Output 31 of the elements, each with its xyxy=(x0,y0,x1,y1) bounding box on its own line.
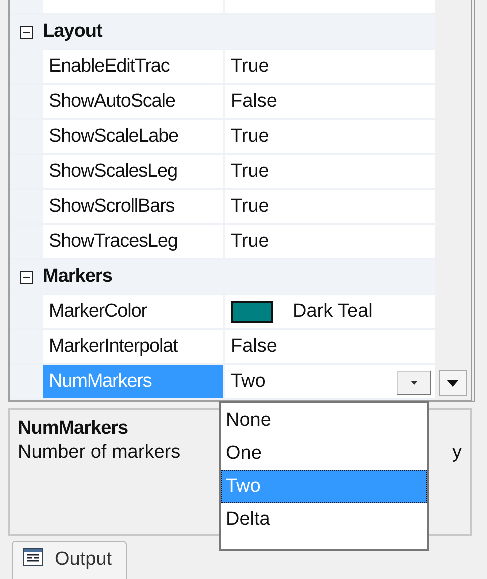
property-value[interactable]: True xyxy=(231,230,270,252)
collapse-icon[interactable] xyxy=(20,270,33,284)
dropdown-button[interactable] xyxy=(397,371,431,395)
caret-icon xyxy=(447,380,459,386)
property-name[interactable]: ShowScrollBars xyxy=(43,190,223,223)
description-title: NumMarkers xyxy=(18,418,128,440)
property-name[interactable]: ShowAutoScale xyxy=(43,85,223,118)
dropdown-option[interactable]: Delta xyxy=(221,503,427,536)
property-name[interactable]: MarkerColor xyxy=(43,295,223,328)
collapse-icon[interactable] xyxy=(20,26,33,38)
property-value[interactable]: Two xyxy=(231,370,266,392)
property-value[interactable]: False xyxy=(231,336,278,358)
property-value[interactable]: False xyxy=(231,90,278,112)
output-tab[interactable]: Output xyxy=(12,541,128,579)
property-value[interactable]: True xyxy=(231,126,270,148)
property-value[interactable]: True xyxy=(231,160,270,182)
property-name[interactable]: ShowTracesLeg xyxy=(43,225,223,258)
category-title[interactable]: Markers xyxy=(43,266,112,288)
property-name[interactable]: ShowScalesLeg xyxy=(43,155,223,188)
description-text: y xyxy=(452,442,462,464)
dropdown-arrow-button[interactable] xyxy=(439,370,467,396)
category-title[interactable]: Layout xyxy=(43,21,102,43)
property-name[interactable]: ShowScaleLabe xyxy=(43,120,223,153)
property-value[interactable]: True xyxy=(231,196,270,218)
dropdown-option[interactable]: None xyxy=(221,404,427,437)
caret-icon xyxy=(410,381,418,385)
description-text: Number of markers xyxy=(18,442,181,464)
dropdown-option[interactable]: One xyxy=(221,437,427,470)
property-name[interactable]: EnableEditTrac xyxy=(43,50,223,83)
property-value[interactable]: True xyxy=(231,56,270,78)
property-name[interactable]: MarkerInterpolat xyxy=(43,330,223,363)
